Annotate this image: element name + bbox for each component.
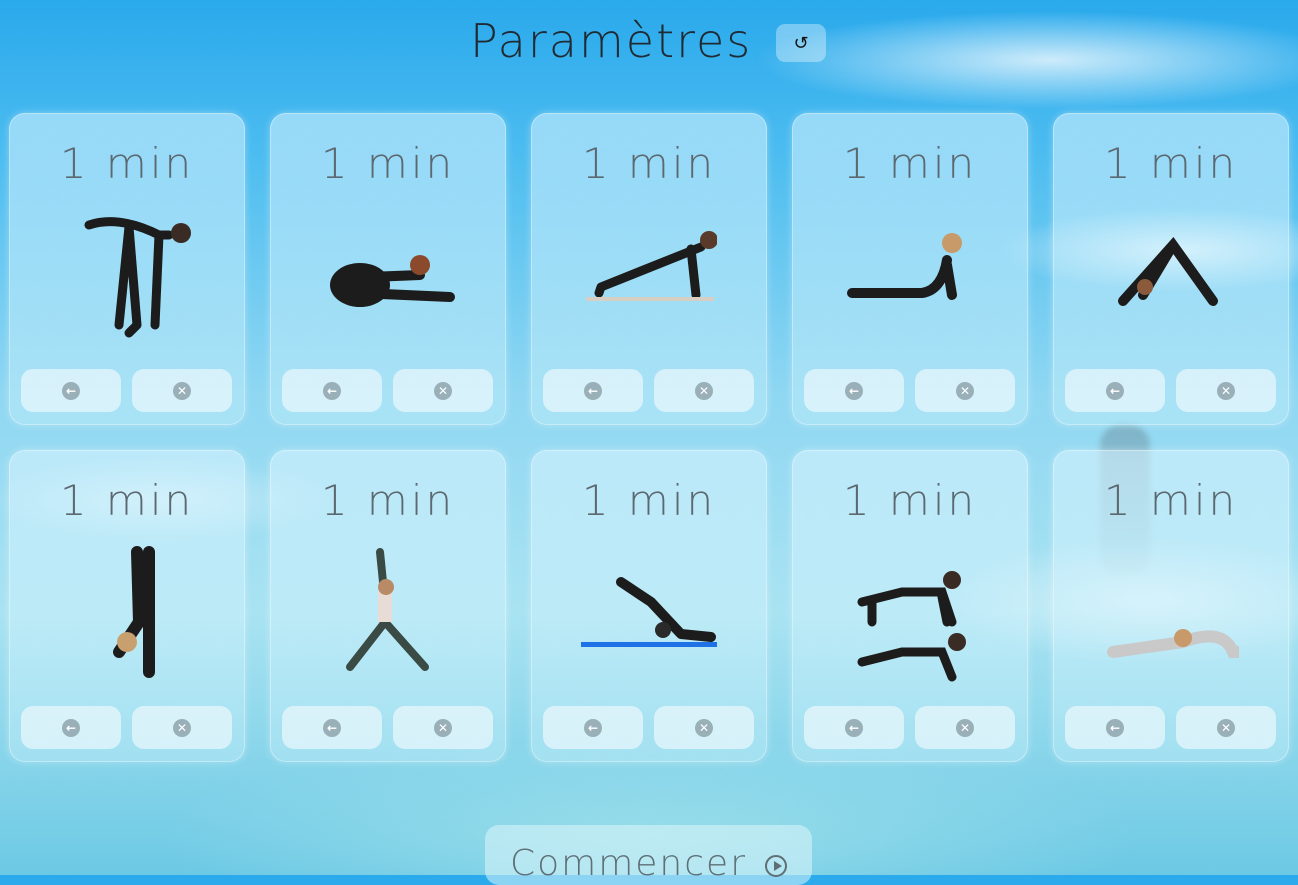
remove-exercise-button[interactable]: ✕	[915, 369, 1015, 412]
exercise-duration: 1 min	[1103, 476, 1239, 525]
exercise-image	[59, 542, 195, 682]
move-back-button[interactable]: ←	[282, 706, 382, 749]
exercise-card: 1 min ← ✕	[1053, 450, 1289, 762]
move-back-button[interactable]: ←	[804, 706, 904, 749]
exercise-duration: 1 min	[59, 139, 195, 188]
close-circle-icon: ✕	[434, 381, 452, 400]
exercise-duration: 1 min	[581, 476, 717, 525]
move-back-button[interactable]: ←	[1065, 706, 1165, 749]
reset-icon: ↺	[793, 32, 809, 54]
exercise-card: 1 min ← ✕	[531, 113, 767, 425]
exercise-image	[1103, 205, 1239, 345]
exercise-image	[320, 205, 456, 345]
start-label: Commencer	[509, 843, 747, 884]
remove-exercise-button[interactable]: ✕	[393, 706, 493, 749]
remove-exercise-button[interactable]: ✕	[1176, 369, 1276, 412]
exercise-card: 1 min ← ✕	[270, 113, 506, 425]
move-back-button[interactable]: ←	[282, 369, 382, 412]
exercise-duration: 1 min	[320, 476, 456, 525]
exercise-duration: 1 min	[320, 139, 456, 188]
exercise-image	[842, 205, 978, 345]
exercise-card: 1 min ← ✕	[792, 450, 1028, 762]
arrow-left-icon: ←	[1106, 381, 1124, 400]
move-back-button[interactable]: ←	[21, 706, 121, 749]
exercise-duration: 1 min	[842, 139, 978, 188]
close-circle-icon: ✕	[956, 381, 974, 400]
exercise-image	[581, 542, 717, 682]
arrow-left-icon: ←	[62, 718, 80, 737]
exercise-card: 1 min ← ✕	[531, 450, 767, 762]
exercise-card: 1 min ← ✕	[792, 113, 1028, 425]
close-circle-icon: ✕	[173, 718, 191, 737]
exercise-duration: 1 min	[59, 476, 195, 525]
close-circle-icon: ✕	[956, 718, 974, 737]
close-circle-icon: ✕	[434, 718, 452, 737]
close-circle-icon: ✕	[173, 381, 191, 400]
arrow-left-icon: ←	[845, 718, 863, 737]
exercise-image	[1103, 542, 1259, 682]
exercise-card: 1 min ← ✕	[9, 113, 245, 425]
remove-exercise-button[interactable]: ✕	[132, 369, 232, 412]
close-circle-icon: ✕	[695, 718, 713, 737]
exercise-duration: 1 min	[581, 139, 717, 188]
exercise-image	[842, 542, 978, 682]
play-icon	[765, 855, 787, 877]
move-back-button[interactable]: ←	[804, 369, 904, 412]
exercise-duration: 1 min	[1103, 139, 1239, 188]
remove-exercise-button[interactable]: ✕	[654, 706, 754, 749]
arrow-left-icon: ←	[845, 381, 863, 400]
arrow-left-icon: ←	[323, 381, 341, 400]
exercise-card: 1 min ← ✕	[1053, 113, 1289, 425]
remove-exercise-button[interactable]: ✕	[654, 369, 754, 412]
start-button[interactable]: Commencer	[485, 825, 812, 885]
move-back-button[interactable]: ←	[21, 369, 121, 412]
arrow-left-icon: ←	[323, 718, 341, 737]
move-back-button[interactable]: ←	[543, 706, 643, 749]
close-circle-icon: ✕	[1217, 718, 1235, 737]
arrow-left-icon: ←	[62, 381, 80, 400]
arrow-left-icon: ←	[584, 718, 602, 737]
header: Paramètres ↺	[0, 12, 1298, 72]
exercise-duration: 1 min	[842, 476, 978, 525]
remove-exercise-button[interactable]: ✕	[1176, 706, 1276, 749]
exercise-card: 1 min ← ✕	[9, 450, 245, 762]
close-circle-icon: ✕	[695, 381, 713, 400]
arrow-left-icon: ←	[1106, 718, 1124, 737]
exercise-image	[59, 205, 195, 345]
exercise-card: 1 min ← ✕	[270, 450, 506, 762]
move-back-button[interactable]: ←	[543, 369, 643, 412]
exercise-image	[320, 542, 456, 682]
page-title: Paramètres	[470, 14, 753, 68]
move-back-button[interactable]: ←	[1065, 369, 1165, 412]
remove-exercise-button[interactable]: ✕	[915, 706, 1015, 749]
exercise-image	[581, 205, 718, 345]
remove-exercise-button[interactable]: ✕	[393, 369, 493, 412]
arrow-left-icon: ←	[584, 381, 602, 400]
remove-exercise-button[interactable]: ✕	[132, 706, 232, 749]
reset-button[interactable]: ↺	[776, 24, 826, 62]
close-circle-icon: ✕	[1217, 381, 1235, 400]
